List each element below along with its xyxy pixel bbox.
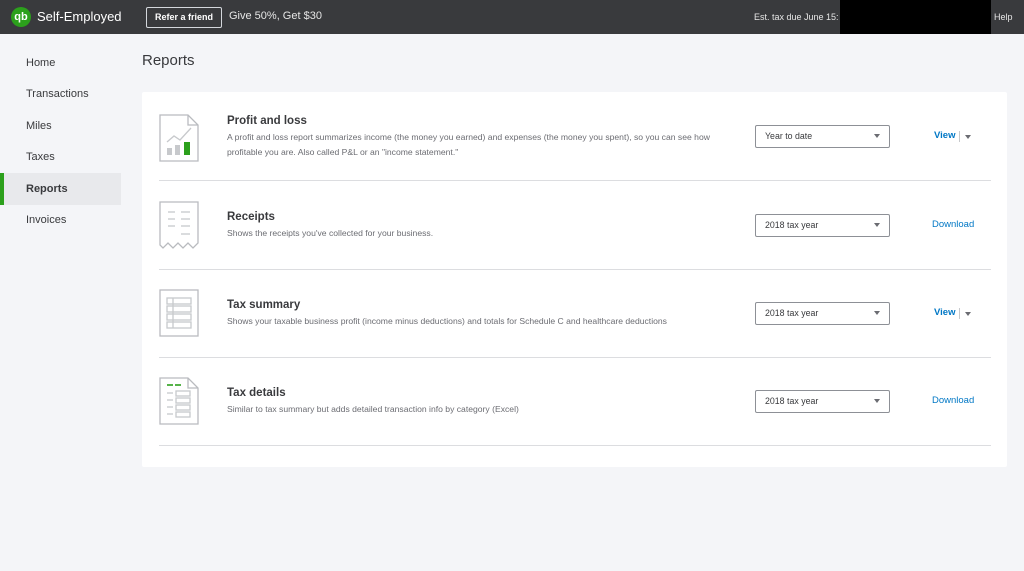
tax-summary-icon bbox=[159, 289, 199, 337]
report-title: Receipts bbox=[227, 211, 275, 223]
sidebar-item-label: Home bbox=[26, 57, 56, 69]
divider bbox=[959, 131, 960, 142]
divider bbox=[959, 308, 960, 319]
reports-card: Profit and loss A profit and loss report… bbox=[142, 92, 1007, 467]
chevron-down-icon bbox=[874, 223, 880, 227]
period-select-value: 2018 tax year bbox=[765, 308, 819, 318]
report-row-receipts: Receipts Shows the receipts you've colle… bbox=[159, 181, 991, 270]
report-row-profit-loss: Profit and loss A profit and loss report… bbox=[159, 92, 991, 181]
promo-text: Give 50%, Get $30 bbox=[229, 10, 322, 22]
period-select[interactable]: Year to date bbox=[755, 125, 890, 148]
help-link[interactable]: Help bbox=[994, 12, 1013, 22]
chevron-down-icon bbox=[874, 311, 880, 315]
view-options-chevron-icon[interactable] bbox=[965, 135, 971, 139]
sidebar-item-miles[interactable]: Miles bbox=[0, 110, 121, 142]
sidebar-item-label: Reports bbox=[26, 183, 68, 195]
period-select[interactable]: 2018 tax year bbox=[755, 214, 890, 237]
top-bar: qb Self-Employed Refer a friend Give 50%… bbox=[0, 0, 1024, 34]
download-button[interactable]: Download bbox=[932, 395, 974, 406]
quickbooks-logo-icon[interactable]: qb bbox=[11, 7, 31, 27]
view-options-chevron-icon[interactable] bbox=[965, 312, 971, 316]
sidebar-item-label: Miles bbox=[26, 120, 52, 132]
sidebar-item-label: Taxes bbox=[26, 151, 55, 163]
brand-name[interactable]: Self-Employed bbox=[37, 9, 122, 24]
sidebar-item-home[interactable]: Home bbox=[0, 47, 121, 79]
receipt-icon bbox=[159, 201, 199, 249]
period-select[interactable]: 2018 tax year bbox=[755, 302, 890, 325]
sidebar-item-reports[interactable]: Reports bbox=[0, 173, 121, 205]
page-title: Reports bbox=[142, 52, 195, 69]
download-button[interactable]: Download bbox=[932, 219, 974, 230]
chevron-down-icon bbox=[874, 134, 880, 138]
report-row-tax-details: Tax details Similar to tax summary but a… bbox=[159, 357, 991, 446]
refer-friend-button[interactable]: Refer a friend bbox=[146, 7, 222, 28]
logo-text: qb bbox=[14, 11, 28, 23]
period-select-value: 2018 tax year bbox=[765, 220, 819, 230]
sidebar-item-label: Transactions bbox=[26, 88, 89, 100]
report-title: Profit and loss bbox=[227, 115, 307, 127]
view-button[interactable]: View bbox=[934, 130, 955, 141]
sidebar-item-label: Invoices bbox=[26, 214, 67, 226]
sidebar-item-taxes[interactable]: Taxes bbox=[0, 141, 121, 173]
sidebar-item-invoices[interactable]: Invoices bbox=[0, 204, 121, 236]
report-description: Shows the receipts you've collected for … bbox=[227, 228, 434, 238]
redacted-tax-amount bbox=[840, 0, 991, 34]
profit-loss-chart-icon bbox=[159, 114, 199, 162]
view-button[interactable]: View bbox=[934, 307, 955, 318]
period-select-value: Year to date bbox=[765, 131, 813, 141]
tax-due-label: Est. tax due June 15: bbox=[754, 12, 839, 22]
report-description: Shows your taxable business profit (inco… bbox=[227, 316, 667, 326]
report-description: Similar to tax summary but adds detailed… bbox=[227, 404, 519, 414]
tax-details-icon bbox=[159, 377, 199, 425]
chevron-down-icon bbox=[874, 399, 880, 403]
report-title: Tax summary bbox=[227, 299, 301, 311]
report-description: A profit and loss report summarizes inco… bbox=[227, 132, 710, 157]
sidebar-item-transactions[interactable]: Transactions bbox=[0, 78, 121, 110]
report-title: Tax details bbox=[227, 387, 286, 399]
period-select-value: 2018 tax year bbox=[765, 396, 819, 406]
report-row-tax-summary: Tax summary Shows your taxable business … bbox=[159, 269, 991, 358]
period-select[interactable]: 2018 tax year bbox=[755, 390, 890, 413]
